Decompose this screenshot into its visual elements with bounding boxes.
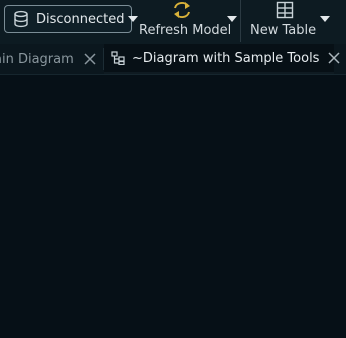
refresh-model-button[interactable]: Refresh Model [139,0,232,44]
tab-main-diagram[interactable]: ain Diagram [0,44,102,74]
refresh-icon [171,0,193,20]
toolbar-divider [240,0,241,42]
close-icon[interactable] [83,52,97,66]
app-window: Disconnected Refresh Model New Table ain… [0,0,346,338]
diagram-canvas[interactable] [0,75,346,338]
connection-status-label: Disconnected [36,11,125,27]
table-icon [276,0,294,20]
new-table-label: New Table [250,23,317,38]
new-table-options-chevron-icon[interactable] [320,16,330,22]
tab-diagram-with-sample-tools[interactable]: ~Diagram with Sample Tools [104,44,340,74]
database-icon [12,10,30,28]
diagram-icon [111,51,125,65]
close-icon[interactable] [328,51,340,65]
tab-label: ~Diagram with Sample Tools [132,50,320,66]
refresh-model-label: Refresh Model [139,23,232,38]
refresh-options-chevron-icon[interactable] [227,16,237,22]
chevron-down-icon [128,16,139,22]
tab-strip: ain Diagram ~Diagram with Sample Tools [0,44,346,112]
tab-label: ain Diagram [0,51,74,67]
toolbar: Disconnected Refresh Model New Table [0,0,346,44]
connection-select[interactable]: Disconnected [4,5,139,33]
new-table-button[interactable]: New Table [250,0,322,44]
